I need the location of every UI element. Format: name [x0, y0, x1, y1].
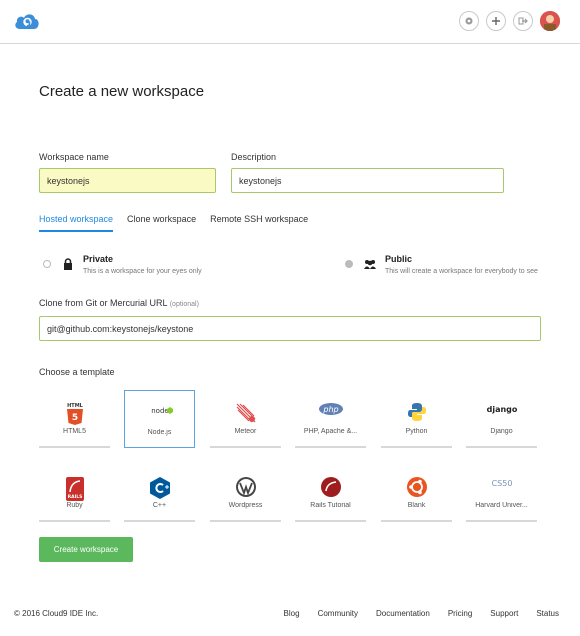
footer-link-documentation[interactable]: Documentation	[376, 609, 430, 618]
create-workspace-button[interactable]: Create workspace	[39, 537, 133, 562]
wordpress-icon	[235, 477, 256, 497]
sign-out-icon[interactable]	[513, 11, 533, 31]
template-cpp[interactable]: C++	[124, 464, 195, 522]
workspace-name-label: Workspace name	[39, 152, 109, 162]
template-html5[interactable]: HTML 5 HTML5	[39, 390, 110, 448]
clone-url-field[interactable]: git@github.com:keystonejs/keystone	[39, 316, 541, 341]
template-name: PHP, Apache &...	[303, 428, 358, 435]
footer-link-blog[interactable]: Blog	[284, 609, 300, 618]
template-name: Ruby	[66, 502, 83, 509]
template-name: Node.js	[147, 429, 172, 436]
cs50-icon-label: CS50	[491, 479, 512, 488]
nodejs-icon-label: node	[151, 407, 168, 415]
template-python[interactable]: Python	[381, 390, 452, 448]
rails-tutorial-icon	[320, 477, 341, 497]
django-icon: django	[487, 405, 517, 414]
template-harvard[interactable]: CS50 Harvard Univer...	[466, 464, 537, 522]
template-django[interactable]: django Django	[466, 390, 537, 448]
cloud9-logo-icon[interactable]	[14, 12, 40, 30]
clone-url-label: Clone from Git or Mercurial URL (optiona…	[39, 298, 199, 308]
public-option[interactable]: Public This will create a workspace for …	[345, 254, 538, 275]
page-title: Create a new workspace	[39, 83, 205, 100]
public-radio[interactable]	[345, 260, 353, 268]
template-rails-tutorial[interactable]: Rails Tutorial	[295, 464, 366, 522]
template-name: C++	[152, 502, 167, 509]
django-icon-label: django	[487, 405, 517, 414]
top-bar	[0, 0, 580, 44]
footer-links: Blog Community Documentation Pricing Sup…	[284, 609, 559, 618]
avatar[interactable]	[540, 11, 560, 31]
clone-url-optional: (optional)	[169, 301, 199, 308]
footer-link-community[interactable]: Community	[318, 609, 358, 618]
tab-hosted-workspace[interactable]: Hosted workspace	[39, 214, 114, 232]
template-name: Python	[405, 428, 428, 435]
html5-icon-label: HTML	[67, 403, 84, 409]
template-nodejs[interactable]: node Node.js	[124, 390, 195, 448]
footer-link-pricing[interactable]: Pricing	[448, 609, 472, 618]
lock-icon	[64, 258, 72, 270]
footer-link-support[interactable]: Support	[490, 609, 518, 618]
template-name: Meteor	[234, 428, 257, 435]
plus-icon[interactable]	[486, 11, 506, 31]
php-icon-label: php	[322, 405, 338, 414]
template-wordpress[interactable]: Wordpress	[210, 464, 281, 522]
workspace-name-field[interactable]: keystonejs	[39, 168, 216, 193]
template-php[interactable]: php PHP, Apache &...	[295, 390, 366, 448]
description-field[interactable]: keystonejs	[231, 168, 504, 193]
template-name: Django	[490, 428, 513, 435]
private-option[interactable]: Private This is a workspace for your eye…	[43, 254, 202, 275]
description-label: Description	[231, 152, 277, 162]
private-title: Private	[83, 254, 114, 264]
cpp-icon	[149, 477, 170, 499]
public-description: This will create a workspace for everybo…	[385, 268, 538, 275]
choose-template-label: Choose a template	[39, 367, 115, 377]
php-icon: php	[318, 403, 343, 415]
tab-remote-ssh-workspace[interactable]: Remote SSH workspace	[210, 214, 308, 232]
template-name: Harvard Univer...	[475, 502, 528, 509]
template-name: Blank	[407, 502, 426, 509]
workspace-type-tabs: Hosted workspace Clone workspace Remote …	[39, 214, 308, 232]
gear-icon[interactable]	[459, 11, 479, 31]
users-icon	[364, 260, 376, 269]
nodejs-icon: node	[151, 407, 173, 415]
footer-copyright: © 2016 Cloud9 IDE Inc.	[14, 609, 99, 618]
rails-icon: RAILS	[65, 477, 84, 501]
private-radio[interactable]	[43, 260, 51, 268]
public-title: Public	[385, 254, 413, 264]
template-name: Wordpress	[228, 502, 263, 509]
template-blank[interactable]: Blank	[381, 464, 452, 522]
html5-icon: HTML 5	[66, 403, 84, 425]
tab-clone-workspace[interactable]: Clone workspace	[127, 214, 196, 232]
template-name: Rails Tutorial	[310, 502, 351, 509]
footer-link-status[interactable]: Status	[536, 609, 559, 618]
python-icon	[407, 403, 426, 421]
template-name: HTML5	[63, 428, 86, 435]
private-description: This is a workspace for your eyes only	[83, 268, 202, 275]
clone-url-label-text: Clone from Git or Mercurial URL	[39, 298, 168, 308]
meteor-icon	[236, 403, 255, 423]
html5-icon-number: 5	[71, 413, 77, 423]
rails-icon-label: RAILS	[67, 494, 82, 500]
template-meteor[interactable]: Meteor	[210, 390, 281, 448]
cs50-icon: CS50	[491, 479, 512, 488]
ubuntu-icon	[406, 477, 427, 497]
template-ruby[interactable]: RAILS Ruby	[39, 464, 110, 522]
